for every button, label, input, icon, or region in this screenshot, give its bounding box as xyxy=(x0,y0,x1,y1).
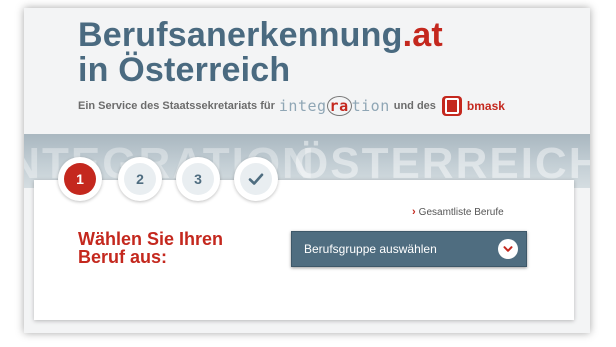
chevron-right-icon: › xyxy=(412,206,416,218)
service-line: Ein Service des Staatssekretariats für i… xyxy=(78,96,505,116)
prompt-line-2: Beruf aus: xyxy=(78,247,168,267)
chevron-down-icon[interactable] xyxy=(498,239,518,259)
bmask-label[interactable]: bmask xyxy=(467,99,505,113)
prompt-line-1: Wählen Sie Ihren xyxy=(78,229,224,249)
profession-group-select-value: Berufsgruppe auswählen xyxy=(304,242,437,256)
integration-part1: integ xyxy=(278,97,327,115)
integration-part2: tion xyxy=(351,97,390,115)
step-done[interactable] xyxy=(234,157,278,201)
all-professions-label: Gesamtliste Berufe xyxy=(418,206,504,218)
bmask-logo-icon[interactable] xyxy=(441,96,462,116)
site-title: Berufsanerkennung.at in Österreich xyxy=(78,18,443,88)
site-title-line2: in Österreich xyxy=(78,51,291,89)
service-mid: und des xyxy=(393,100,436,112)
page-frame: Berufsanerkennung.at in Österreich Ein S… xyxy=(24,8,590,333)
all-professions-link[interactable]: › Gesamtliste Berufe xyxy=(412,206,504,218)
integration-highlight: ra xyxy=(326,96,352,116)
profession-group-select[interactable]: Berufsgruppe auswählen xyxy=(291,231,527,267)
service-prefix: Ein Service des Staatssekretariats für xyxy=(78,100,275,112)
step-1[interactable]: 1 xyxy=(58,157,102,201)
site-title-tld: .at xyxy=(402,16,443,54)
check-icon xyxy=(240,163,272,195)
step-2-label: 2 xyxy=(124,163,156,195)
step-1-label: 1 xyxy=(64,163,96,195)
step-3[interactable]: 3 xyxy=(176,157,220,201)
step-2[interactable]: 2 xyxy=(118,157,162,201)
choose-profession-prompt: Wählen Sie Ihren Beruf aus: xyxy=(78,230,223,266)
step-3-label: 3 xyxy=(182,163,214,195)
integration-logo[interactable]: integ ra tion xyxy=(278,96,390,116)
site-title-main: Berufsanerkennung xyxy=(78,16,403,54)
